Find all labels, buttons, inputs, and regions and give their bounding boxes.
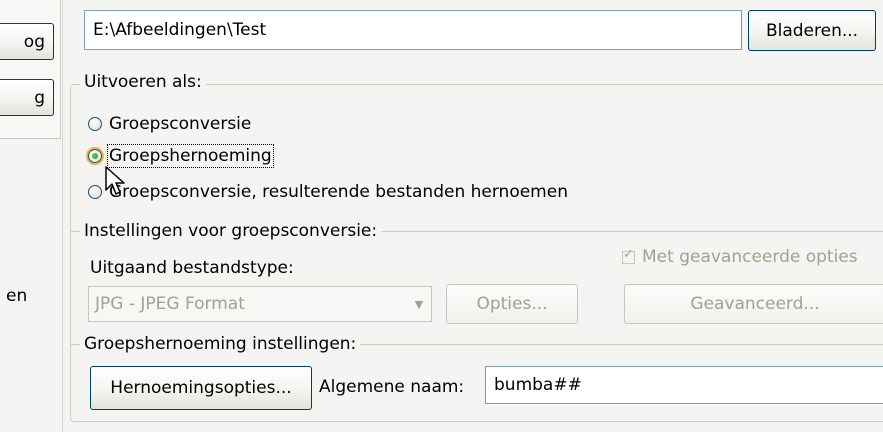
radio-group-conversion-label: Groepsconversie <box>109 114 252 134</box>
options-button[interactable]: Opties... <box>446 284 578 324</box>
general-name-label: Algemene naam: <box>319 377 465 397</box>
rename-options-button-label: Hernoemingsopties... <box>110 378 292 398</box>
mouse-cursor-icon <box>105 166 125 195</box>
radio-group-rename-label: Groepshernoeming <box>107 144 274 168</box>
radio-conversion-rename-button[interactable] <box>88 185 102 199</box>
conversion-settings-title: Instellingen voor groepsconversie: <box>80 221 382 241</box>
radio-group-conversion-button[interactable] <box>88 117 102 131</box>
left-button-2[interactable]: g <box>0 79 54 116</box>
rename-settings-title: Groepshernoeming instellingen: <box>80 334 361 354</box>
general-name-input[interactable]: bumba## <box>485 366 883 404</box>
radio-group-rename-button[interactable] <box>88 149 102 163</box>
radio-group-conversion[interactable]: Groepsconversie <box>88 114 251 134</box>
left-button-1[interactable]: og <box>0 23 54 60</box>
panel-divider <box>62 0 63 432</box>
general-name-value: bumba## <box>494 375 582 395</box>
path-input-value: E:\Afbeeldingen\Test <box>93 20 267 40</box>
left-button-2-label: g <box>34 87 45 108</box>
rename-options-button[interactable]: Hernoemingsopties... <box>90 366 312 410</box>
path-input[interactable]: E:\Afbeeldingen\Test <box>84 10 742 50</box>
left-button-1-label: og <box>23 31 45 52</box>
output-format-select[interactable]: JPG - JPEG Format ▼ <box>88 286 432 322</box>
output-type-label: Uitgaand bestandstype: <box>90 258 294 278</box>
radio-conversion-rename[interactable]: Groepsconversie, resulterende bestanden … <box>88 182 568 202</box>
advanced-options-checkbox-box[interactable] <box>622 247 635 264</box>
advanced-options-checkbox-label: Met geavanceerde opties <box>642 247 858 267</box>
left-panel-label: en <box>6 286 28 306</box>
output-format-value: JPG - JPEG Format <box>95 294 245 314</box>
radio-conversion-rename-label: Groepsconversie, resulterende bestanden … <box>109 182 568 202</box>
options-button-label: Opties... <box>476 294 548 314</box>
chevron-down-icon[interactable]: ▼ <box>409 289 429 319</box>
advanced-button-label: Geavanceerd... <box>690 294 820 314</box>
advanced-button[interactable]: Geavanceerd... <box>624 284 883 324</box>
browse-button-label: Bladeren... <box>765 20 859 41</box>
run-as-title: Uitvoeren als: <box>80 72 206 92</box>
radio-group-rename[interactable]: Groepshernoeming <box>88 144 274 168</box>
browse-button[interactable]: Bladeren... <box>748 10 876 51</box>
left-panel <box>0 0 61 139</box>
advanced-options-checkbox[interactable]: Met geavanceerde opties <box>622 247 858 267</box>
